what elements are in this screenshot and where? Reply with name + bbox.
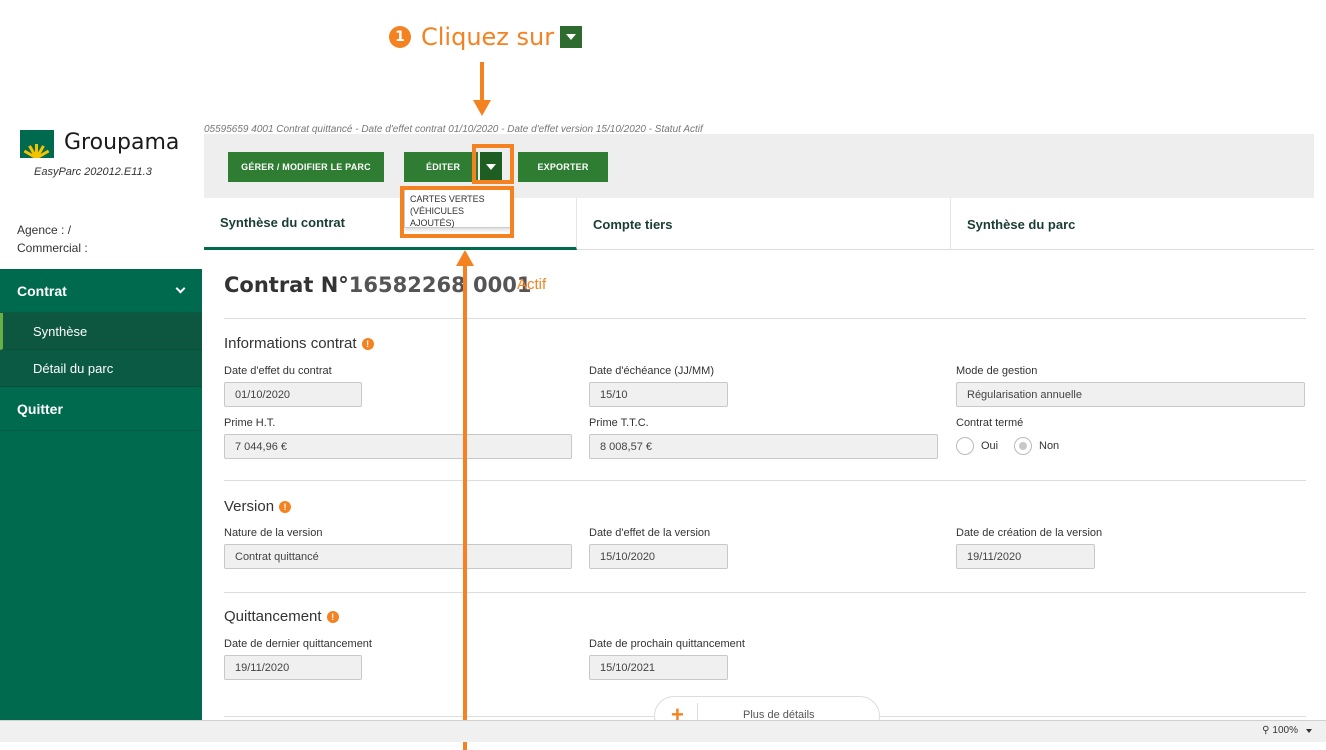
- radio-non[interactable]: Non: [1014, 437, 1059, 455]
- zoom-control[interactable]: ⚲ 100%: [1262, 725, 1312, 736]
- date-echeance-field: 15/10: [589, 382, 728, 407]
- annotation-instruction: 1 Cliquez sur: [389, 20, 583, 54]
- divider: [224, 480, 1306, 481]
- contract-summary-line: 05595659 4001 Contrat quittancé - Date d…: [204, 124, 703, 134]
- toolbar: GÉRER / MODIFIER LE PARC ÉDITER EXPORTER: [204, 134, 1314, 198]
- manage-parc-button[interactable]: GÉRER / MODIFIER LE PARC: [228, 152, 384, 182]
- annotation-arrow-top: [480, 62, 484, 102]
- groupama-logo-icon: [20, 130, 54, 158]
- annotation-text: Cliquez sur: [421, 23, 555, 51]
- section-title-info: Informations contrat!: [224, 335, 374, 352]
- nature-version-label: Nature de la version: [224, 527, 323, 539]
- prochain-quittancement-label: Date de prochain quittancement: [589, 638, 745, 650]
- divider: [224, 318, 1306, 319]
- status-badge: Actif: [517, 276, 547, 293]
- sidebar: Contrat Synthèse Détail du parc Quitter: [0, 269, 202, 720]
- page: { "annotation": { "step_number": "1", "i…: [0, 0, 1326, 750]
- mode-gestion-field: Régularisation annuelle: [956, 382, 1305, 407]
- zoom-icon: ⚲: [1262, 725, 1270, 736]
- date-effet-contrat-field: 01/10/2020: [224, 382, 362, 407]
- contract-title-prefix: Contrat N°: [224, 273, 349, 297]
- sidebar-item-synthese[interactable]: Synthèse: [0, 313, 202, 350]
- section-title-version: Version!: [224, 498, 292, 515]
- mode-gestion-label: Mode de gestion: [956, 365, 1038, 377]
- tab-synthese-parc[interactable]: Synthèse du parc: [951, 198, 1314, 250]
- nature-version-field: Contrat quittancé: [224, 544, 572, 569]
- highlight-caret-box: [472, 144, 514, 184]
- prochain-quittancement-field: 15/10/2021: [589, 655, 728, 680]
- section-title-text: Version: [224, 498, 275, 515]
- sidebar-item-detail-parc[interactable]: Détail du parc: [0, 350, 202, 387]
- date-creation-version-field: 19/11/2020: [956, 544, 1095, 569]
- section-title-quittancement: Quittancement!: [224, 608, 339, 625]
- annotation-arrowhead-top: [473, 100, 491, 116]
- date-effet-contrat-label: Date d'effet du contrat: [224, 365, 332, 377]
- info-icon[interactable]: !: [361, 337, 374, 350]
- chevron-down-icon: [175, 283, 186, 294]
- highlight-menu-box: [400, 186, 514, 238]
- contract-number: 16582268 0001: [348, 273, 532, 297]
- date-echeance-label: Date d'échéance (JJ/MM): [589, 365, 714, 377]
- more-details-label: Plus de détails: [743, 709, 815, 720]
- tab-compte-tiers[interactable]: Compte tiers: [577, 198, 951, 250]
- more-details-button[interactable]: + Plus de détails: [654, 696, 880, 720]
- info-icon[interactable]: !: [279, 500, 292, 513]
- date-effet-version-label: Date d'effet de la version: [589, 527, 711, 539]
- date-creation-version-label: Date de création de la version: [956, 527, 1103, 539]
- sidebar-item-label: Détail du parc: [33, 360, 114, 376]
- prime-ttc-label: Prime T.T.C.: [589, 417, 649, 429]
- radio-circle-checked: [1014, 437, 1032, 455]
- sidebar-section-label: Quitter: [17, 400, 63, 417]
- sidebar-item-label: Synthèse: [33, 323, 88, 339]
- zoom-level: 100%: [1272, 725, 1298, 736]
- radio-oui[interactable]: Oui: [956, 437, 998, 455]
- sidebar-section-quitter[interactable]: Quitter: [0, 387, 202, 431]
- logo-area: Groupama EasyParc 202012.E11.3: [0, 120, 202, 190]
- contract-title: Contrat N°16582268 0001: [224, 273, 531, 297]
- section-title-text: Informations contrat: [224, 335, 357, 352]
- prime-ttc-field: 8 008,57 €: [589, 434, 938, 459]
- annotation-arrow-bottom: [463, 264, 467, 750]
- chevron-down-icon: [1306, 728, 1312, 733]
- plus-icon: +: [671, 702, 684, 720]
- tab-synthese-contrat[interactable]: Synthèse du contrat: [204, 198, 577, 250]
- sidebar-section-contrat[interactable]: Contrat: [0, 269, 202, 313]
- contrat-terme-label: Contrat termé: [956, 417, 1024, 429]
- dernier-quittancement-field: 19/11/2020: [224, 655, 362, 680]
- app-version: EasyParc 202012.E11.3: [34, 166, 152, 178]
- date-effet-version-field: 15/10/2020: [589, 544, 728, 569]
- status-bar: ⚲ 100%: [0, 720, 1326, 742]
- main-content: Contrat N°16582268 0001 Actif Informatio…: [204, 250, 1314, 720]
- tab-bar: Synthèse du contrat Compte tiers Synthès…: [204, 198, 1314, 250]
- section-title-text: Quittancement: [224, 608, 322, 625]
- step-number-badge: 1: [389, 26, 411, 48]
- edit-button[interactable]: ÉDITER: [404, 152, 478, 182]
- dernier-quittancement-label: Date de dernier quittancement: [224, 638, 372, 650]
- divider: [224, 592, 1306, 593]
- caret-down-icon: [560, 26, 583, 48]
- radio-circle: [956, 437, 974, 455]
- radio-label: Oui: [981, 440, 999, 452]
- agence-label: Agence : /: [17, 223, 72, 237]
- agent-info: Agence : / Commercial :: [17, 221, 88, 257]
- info-icon[interactable]: !: [326, 610, 339, 623]
- brand-name: Groupama: [64, 130, 180, 155]
- export-button[interactable]: EXPORTER: [518, 152, 608, 182]
- sidebar-section-label: Contrat: [17, 282, 67, 299]
- button-divider: [697, 703, 698, 720]
- commercial-label: Commercial :: [17, 241, 88, 255]
- radio-label: Non: [1039, 440, 1060, 452]
- prime-ht-field: 7 044,96 €: [224, 434, 572, 459]
- prime-ht-label: Prime H.T.: [224, 417, 276, 429]
